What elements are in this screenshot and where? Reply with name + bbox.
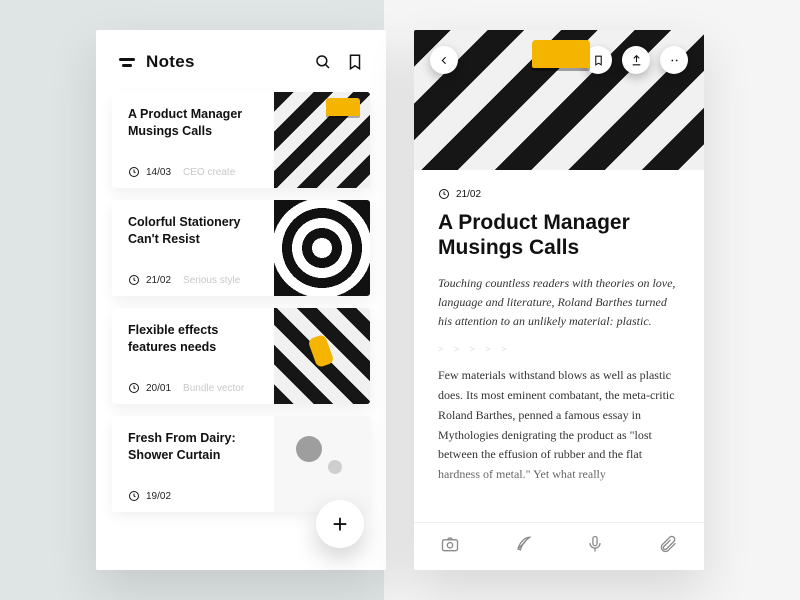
camera-icon[interactable] <box>440 534 460 559</box>
list-item-meta: 20/01 Bundle vector <box>128 382 264 394</box>
notes-list-screen: Notes A Product Manager Musings Calls 14… <box>96 30 386 570</box>
detail-date: 21/02 <box>456 189 481 200</box>
list-item-meta: 19/02 <box>128 490 264 502</box>
detail-body: 21/02 A Product Manager Musings Calls To… <box>414 170 704 485</box>
list-item-date: 21/02 <box>146 275 171 286</box>
notes-list: A Product Manager Musings Calls 14/03 CE… <box>96 84 386 512</box>
list-item-thumbnail <box>274 200 370 296</box>
attachment-icon[interactable] <box>658 534 678 559</box>
list-item[interactable]: Fresh From Dairy: Shower Curtain 19/02 <box>112 416 370 512</box>
list-item-thumbnail <box>274 416 370 512</box>
list-item-title: A Product Manager Musings Calls <box>128 106 264 140</box>
divider-icon: > > > > > <box>438 344 680 354</box>
list-item-title: Flexible effects features needs <box>128 322 264 356</box>
list-item-title: Colorful Stationery Can't Resist <box>128 214 264 248</box>
list-item[interactable]: A Product Manager Musings Calls 14/03 CE… <box>112 92 370 188</box>
clock-icon <box>128 166 140 178</box>
list-item-tag: Serious style <box>183 275 240 286</box>
clock-icon <box>128 382 140 394</box>
list-item-date: 19/02 <box>146 491 171 502</box>
list-item-tag: Bundle vector <box>183 383 244 394</box>
list-item-date: 20/01 <box>146 383 171 394</box>
add-note-button[interactable]: + <box>316 500 364 548</box>
list-item-thumbnail <box>274 92 370 188</box>
list-header: Notes <box>96 30 386 84</box>
list-item-date: 14/03 <box>146 167 171 178</box>
compose-toolbar <box>414 522 704 570</box>
clock-icon <box>128 274 140 286</box>
list-item-tag: CEO create <box>183 167 235 178</box>
microphone-icon[interactable] <box>585 534 605 559</box>
note-detail-screen: 21/02 A Product Manager Musings Calls To… <box>414 30 704 570</box>
search-icon[interactable] <box>314 53 332 71</box>
detail-paragraph: Few materials withstand blows as well as… <box>438 366 680 485</box>
share-button[interactable] <box>622 46 650 74</box>
clock-icon <box>438 188 450 200</box>
bookmark-icon[interactable] <box>346 53 364 71</box>
page-title: Notes <box>146 52 195 72</box>
more-button[interactable] <box>660 46 688 74</box>
bookmark-button[interactable] <box>584 46 612 74</box>
header-actions <box>314 53 364 71</box>
list-item-thumbnail <box>274 308 370 404</box>
list-item-title: Fresh From Dairy: Shower Curtain <box>128 430 264 464</box>
detail-meta: 21/02 <box>438 188 680 200</box>
detail-lede: Touching countless readers with theories… <box>438 274 680 330</box>
list-item[interactable]: Colorful Stationery Can't Resist 21/02 S… <box>112 200 370 296</box>
detail-title: A Product Manager Musings Calls <box>438 210 680 260</box>
feather-icon[interactable] <box>513 534 533 559</box>
list-item-meta: 21/02 Serious style <box>128 274 264 286</box>
list-item-meta: 14/03 CEO create <box>128 166 264 178</box>
list-item[interactable]: Flexible effects features needs 20/01 Bu… <box>112 308 370 404</box>
clock-icon <box>128 490 140 502</box>
back-button[interactable] <box>430 46 458 74</box>
hero-image <box>414 30 704 170</box>
menu-icon[interactable] <box>118 53 136 71</box>
